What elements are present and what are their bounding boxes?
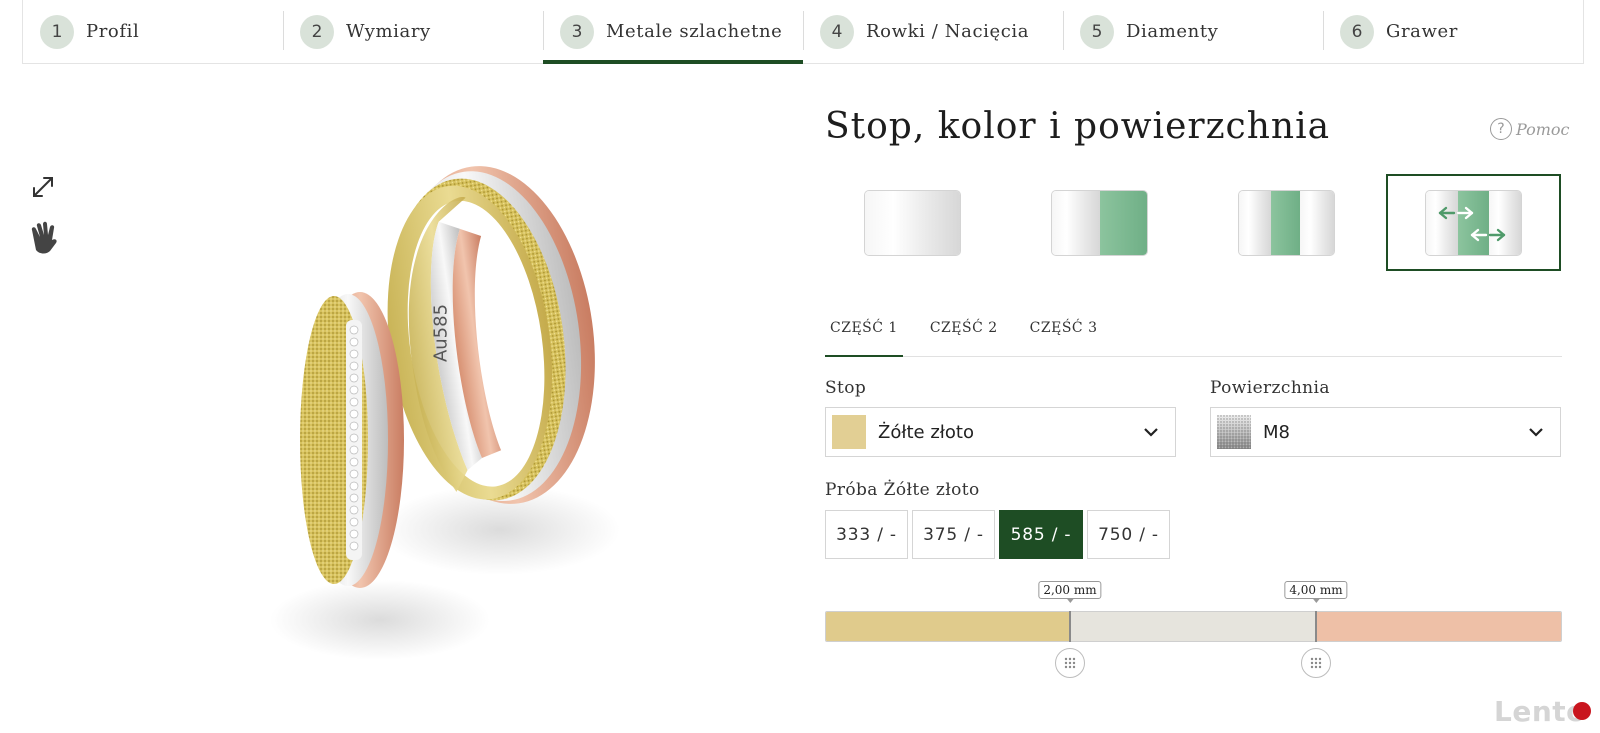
purity-option-585[interactable]: 585 / -: [999, 510, 1083, 559]
surface-value: M8: [1263, 421, 1290, 443]
tab-part-3[interactable]: CZĘŚĆ 3: [1025, 300, 1103, 356]
step-rowki[interactable]: 4 Rowki / Nacięcia: [803, 0, 1063, 63]
step-number: 1: [40, 14, 74, 49]
purity-option-375[interactable]: 375 / -: [912, 510, 995, 559]
step-metale-szlachetne[interactable]: 3 Metale szlachetne: [543, 0, 803, 64]
grip-dots-icon: [1310, 657, 1322, 669]
bar-divider-1: [1069, 611, 1071, 642]
surface-select[interactable]: M8: [1210, 407, 1561, 457]
step-number: 5: [1080, 14, 1114, 49]
step-label: Diamenty: [1126, 21, 1219, 42]
alloy-select[interactable]: Żółte złoto: [825, 407, 1176, 457]
variant-swatch: [1425, 189, 1522, 256]
step-label: Metale szlachetne: [606, 21, 783, 42]
resize-arrows-icon: [1438, 206, 1506, 241]
variant-two-part[interactable]: [1012, 174, 1187, 271]
step-grawer[interactable]: 6 Grawer: [1323, 0, 1583, 63]
engraving-text: Au585: [430, 304, 451, 362]
variant-swatch: [1051, 189, 1148, 256]
tab-part-1[interactable]: CZĘŚĆ 1: [825, 300, 903, 357]
help-icon: ?: [1490, 118, 1512, 140]
variant-swatch: [1238, 189, 1335, 256]
fullscreen-icon[interactable]: [26, 170, 60, 204]
width-distribution-bar: [825, 611, 1562, 642]
help-link[interactable]: ? Pomoc: [1490, 118, 1570, 140]
bar-divider-2: [1315, 611, 1317, 642]
page-title: Stop, kolor i powierzchnia: [825, 106, 1331, 147]
purity-option-333[interactable]: 333 / -: [825, 510, 908, 559]
bar-segment-rose: [1316, 612, 1561, 641]
alloy-value: Żółte złoto: [878, 421, 974, 443]
variant-adjustable[interactable]: [1386, 174, 1561, 271]
chevron-down-icon: [1144, 428, 1158, 437]
bar-segment-yellow: [826, 612, 1071, 641]
variant-three-part[interactable]: [1199, 174, 1374, 271]
watermark-dot: [1573, 702, 1591, 720]
bar-segment-white: [1070, 612, 1317, 641]
width-handle-1[interactable]: [1055, 648, 1085, 678]
drag-hand-icon[interactable]: [26, 220, 60, 254]
chevron-down-icon: [1529, 428, 1543, 437]
step-number: 6: [1340, 14, 1374, 49]
step-navigation: 1 Profil 2 Wymiary 3 Metale szlachetne 4…: [22, 0, 1584, 64]
variant-swatch: [864, 189, 961, 256]
width-marker-2: 4,00 mm: [1284, 581, 1348, 603]
width-handle-2[interactable]: [1301, 648, 1331, 678]
help-label: Pomoc: [1516, 119, 1570, 139]
tab-part-2[interactable]: CZĘŚĆ 2: [925, 300, 1003, 356]
variant-single-color[interactable]: [825, 174, 1000, 271]
ring-product-image: Au585: [270, 166, 620, 660]
step-label: Rowki / Nacięcia: [866, 21, 1030, 42]
purity-label: Próba Żółte złoto: [825, 480, 980, 500]
step-diamenty[interactable]: 5 Diamenty: [1063, 0, 1323, 63]
step-label: Profil: [86, 21, 140, 42]
step-number: 4: [820, 14, 854, 49]
step-number: 2: [300, 14, 334, 49]
step-wymiary[interactable]: 2 Wymiary: [283, 0, 543, 63]
grip-dots-icon: [1064, 657, 1076, 669]
step-label: Grawer: [1386, 21, 1458, 42]
step-profil[interactable]: 1 Profil: [23, 0, 283, 63]
step-label: Wymiary: [346, 21, 431, 42]
width-marker-1: 2,00 mm: [1038, 581, 1102, 603]
alloy-color-swatch: [832, 415, 866, 449]
purity-option-750[interactable]: 750 / -: [1087, 510, 1170, 559]
surface-label: Powierzchnia: [1210, 378, 1330, 398]
step-number: 3: [560, 14, 594, 49]
part-tabs: CZĘŚĆ 1 CZĘŚĆ 2 CZĘŚĆ 3: [825, 300, 1562, 357]
alloy-label: Stop: [825, 378, 867, 398]
surface-texture-swatch: [1217, 415, 1251, 449]
